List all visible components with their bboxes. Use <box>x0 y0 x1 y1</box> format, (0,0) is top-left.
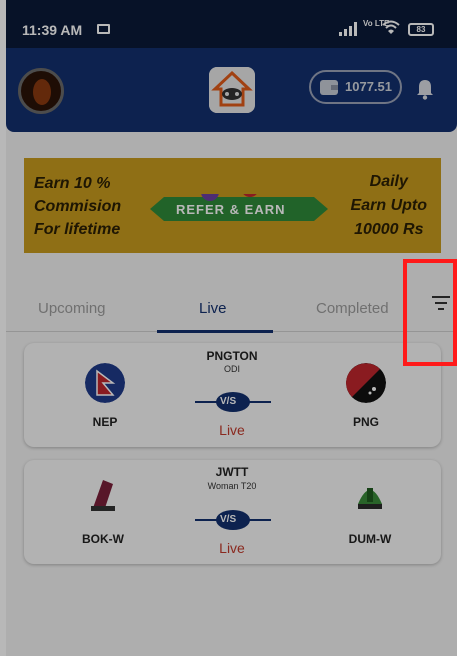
filter-highlight-box <box>403 259 457 366</box>
team2-name: DUM-W <box>348 532 392 546</box>
tab-live[interactable]: Live <box>199 300 227 317</box>
match-card[interactable]: BOK-W JWTT Woman T20 V/S Live DUM-W <box>24 460 441 564</box>
refer-earn-banner[interactable]: Earn 10 % Commision For lifetime REFER &… <box>24 158 441 253</box>
team-flag-icon <box>346 363 386 403</box>
avatar-image <box>33 79 51 105</box>
match-format: Woman T20 <box>207 481 257 491</box>
battery-icon: 83 <box>408 23 434 36</box>
versus-label: V/S <box>220 396 237 407</box>
tab-completed[interactable]: Completed <box>316 300 389 317</box>
match-format: ODI <box>223 364 240 374</box>
app-screen: 11:39 AM Vo LTE 83 1077.51 Earn 10 % Com… <box>6 0 457 656</box>
versus-label: V/S <box>220 514 237 525</box>
screenshot-icon <box>97 24 110 34</box>
banner-center-text: REFER & EARN <box>176 202 286 217</box>
banner-left-line2: Commision <box>34 198 122 215</box>
status-time: 11:39 AM <box>22 22 83 38</box>
tab-upcoming[interactable]: Upcoming <box>38 300 106 317</box>
wallet-icon <box>320 80 338 95</box>
wallet-amount: 1077.51 <box>345 79 392 94</box>
team1-name: NEP <box>92 415 118 429</box>
banner-left-text: Earn 10 % Commision For lifetime <box>34 172 121 241</box>
match-status: Live <box>219 422 245 438</box>
match-card[interactable]: NEP PNGTON ODI V/S Live PNG <box>24 343 441 447</box>
app-logo-icon <box>209 67 255 113</box>
active-tab-indicator <box>157 330 273 333</box>
banner-right-line1: Daily <box>369 173 408 190</box>
team-logo-icon <box>91 480 115 511</box>
profile-avatar[interactable] <box>18 68 64 114</box>
banner-left-line3: For lifetime <box>34 221 121 238</box>
team1-name: BOK-W <box>82 532 124 546</box>
series-name: JWTT <box>215 465 249 479</box>
team2-name: PNG <box>352 415 379 429</box>
team-logo-icon <box>358 488 382 509</box>
banner-left-line1: Earn 10 % <box>34 175 111 192</box>
match-status: Live <box>219 540 245 556</box>
status-bar: 11:39 AM Vo LTE 83 <box>6 0 457 48</box>
match-tabs: Upcoming Live Completed <box>6 290 457 333</box>
wifi-icon <box>382 20 400 34</box>
notification-bell-icon[interactable] <box>415 78 435 100</box>
series-name: PNGTON <box>206 349 258 363</box>
app-header: 1077.51 <box>6 48 457 132</box>
banner-right-text: Daily Earn Upto 10000 Rs <box>351 170 427 242</box>
team-flag-icon <box>85 363 125 403</box>
banner-right-line3: 10000 Rs <box>354 221 424 238</box>
signal-icon <box>339 22 357 36</box>
wallet-balance-button[interactable]: 1077.51 <box>309 70 402 104</box>
banner-right-line2: Earn Upto <box>350 197 427 214</box>
